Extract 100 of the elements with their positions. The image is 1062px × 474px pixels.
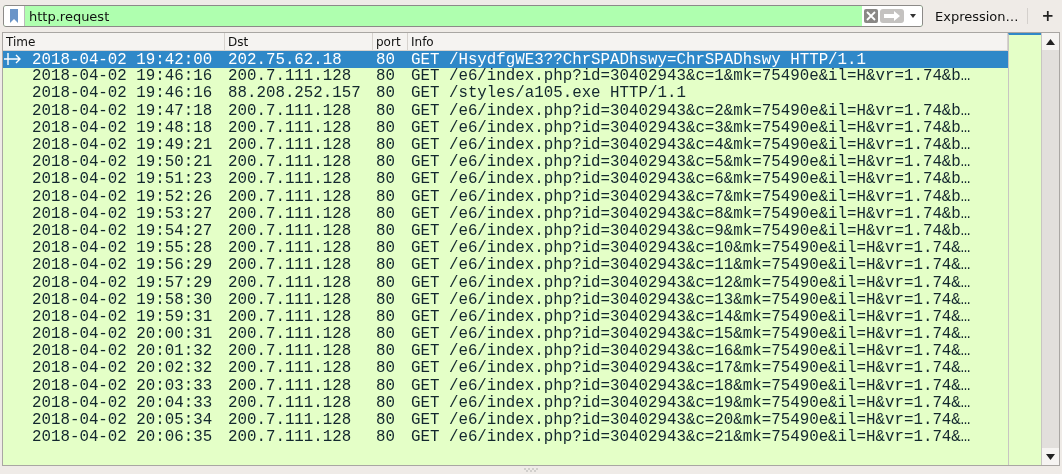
table-cell-text: 202.75.62.18 xyxy=(227,52,343,69)
packet-row[interactable]: 2018-04-02 19:42:00 202.75.62.18 80 GET /HsydfgWE3??ChrSPADhswy=ChrSPADhswy HTTP/1.1 xyxy=(3,51,1008,69)
table-cell-text: 80 xyxy=(375,171,396,189)
bookmark-icon[interactable] xyxy=(10,9,18,23)
table-cell-text: GET /e6/index.php?id=30402943&c=3&mk=75490e&il=H&vr=1.74&b… xyxy=(410,119,972,137)
table-cell-text: 200.7.111.128 xyxy=(227,205,353,223)
filter-input[interactable]: http.request xyxy=(25,6,862,26)
table-cell-text: 80 xyxy=(375,257,396,275)
packet-row[interactable]: 2018-04-02 19:59:31 200.7.111.128 80 GET /e6/index.php?id=30402943&c=14&mk=75490e&il=H&vr=1.74&… xyxy=(3,308,1008,326)
packet-row[interactable]: 2018-04-02 20:06:35 200.7.111.128 80 GET /e6/index.php?id=30402943&c=21&mk=75490e&il=H&vr=1.74&… xyxy=(3,429,1008,447)
table-cell-text: GET /e6/index.php?id=30402943&c=8&mk=75490e&il=H&vr=1.74&b… xyxy=(410,205,972,223)
scrollbar[interactable] xyxy=(1041,33,1059,465)
table-cell-text: 80 xyxy=(375,119,396,137)
packet-row[interactable]: 2018-04-02 19:55:28 200.7.111.128 80 GET /e6/index.php?id=30402943&c=10&mk=75490e&il=H&vr=1.74&… xyxy=(3,240,1008,258)
table-cell-text: 2018-04-02 19:47:18 xyxy=(31,102,214,120)
table-cell-text: 2018-04-02 19:57:29 xyxy=(31,274,214,292)
table-cell-text: 2018-04-02 20:01:32 xyxy=(31,343,214,361)
packet-row[interactable]: 2018-04-02 19:53:27 200.7.111.128 80 GET /e6/index.php?id=30402943&c=8&mk=75490e&il=H&vr=1.74&b… xyxy=(3,205,1008,223)
packet-row[interactable]: 2018-04-02 19:56:29 200.7.111.128 80 GET /e6/index.php?id=30402943&c=11&mk=75490e&il=H&vr=1.74&… xyxy=(3,257,1008,275)
table-cell-text: 2018-04-02 19:54:27 xyxy=(31,222,214,240)
column-header[interactable]: port xyxy=(373,33,408,50)
table-cell-text: GET /e6/index.php?id=30402943&c=16&mk=75490e&il=H&vr=1.74&… xyxy=(410,343,972,361)
table-cell-text: GET /e6/index.php?id=30402943&c=4&mk=75490e&il=H&vr=1.74&b… xyxy=(410,137,972,155)
table-cell-text: GET /e6/index.php?id=30402943&c=15&mk=75490e&il=H&vr=1.74&… xyxy=(410,326,972,344)
table-cell-text: 200.7.111.128 xyxy=(227,291,353,309)
table-cell-text: 80 xyxy=(375,429,396,447)
table-cell-text: 80 xyxy=(375,52,396,69)
packet-row[interactable]: 2018-04-02 19:54:27 200.7.111.128 80 GET /e6/index.php?id=30402943&c=9&mk=75490e&il=H&vr=1.74&b… xyxy=(3,222,1008,241)
packet-row[interactable]: 2018-04-02 20:01:32 200.7.111.128 80 GET /e6/index.php?id=30402943&c=16&mk=75490e&il=H&vr=1.74&… xyxy=(3,343,1008,361)
column-header[interactable]: Time xyxy=(3,33,225,50)
packet-row[interactable]: 2018-04-02 20:03:33 200.7.111.128 80 GET /e6/index.php?id=30402943&c=18&mk=75490e&il=H&vr=1.74&… xyxy=(3,377,1008,395)
table-cell-text: GET /e6/index.php?id=30402943&c=17&mk=75490e&il=H&vr=1.74&… xyxy=(410,360,972,378)
table-cell-text: 2018-04-02 20:05:34 xyxy=(31,412,214,430)
table-cell-text: 200.7.111.128 xyxy=(227,222,353,240)
table-cell-text: GET /e6/index.php?id=30402943&c=1&mk=75490e&il=H&vr=1.74&b… xyxy=(410,68,972,86)
table-cell-text: 80 xyxy=(375,240,396,258)
table-cell-text: GET /e6/index.php?id=30402943&c=20&mk=75490e&il=H&vr=1.74&… xyxy=(410,412,972,430)
table-cell-text: GET /e6/index.php?id=30402943&c=6&mk=75490e&il=H&vr=1.74&b… xyxy=(410,171,972,189)
table-cell-text: 2018-04-02 20:04:33 xyxy=(31,394,214,412)
table-cell-text: 80 xyxy=(375,291,396,309)
table-cell-text: 200.7.111.128 xyxy=(227,394,353,412)
packet-row[interactable]: 2018-04-02 19:46:16 200.7.111.128 80 GET /e6/index.php?id=30402943&c=1&mk=75490e&il=H&vr=1.74&b… xyxy=(3,68,1008,86)
table-cell-text: 200.7.111.128 xyxy=(227,137,353,155)
table-cell-text: GET /e6/index.php?id=30402943&c=2&mk=75490e&il=H&vr=1.74&b… xyxy=(410,102,972,120)
add-button[interactable]: + xyxy=(1037,7,1059,25)
column-header[interactable]: Dst xyxy=(225,33,373,50)
packet-row[interactable]: 2018-04-02 19:51:23 200.7.111.128 80 GET /e6/index.php?id=30402943&c=6&mk=75490e&il=H&vr=1.74&b… xyxy=(3,171,1008,189)
table-cell-text: 2018-04-02 19:59:31 xyxy=(31,308,214,326)
table-cell-text: 80 xyxy=(375,308,396,326)
table-cell-text: GET /e6/index.php?id=30402943&c=5&mk=75490e&il=H&vr=1.74&b… xyxy=(410,154,972,172)
table-cell-text: GET /e6/index.php?id=30402943&c=11&mk=75490e&il=H&vr=1.74&… xyxy=(410,257,972,275)
packet-row[interactable]: 2018-04-02 20:00:31 200.7.111.128 80 GET /e6/index.php?id=30402943&c=15&mk=75490e&il=H&vr=1.74&… xyxy=(3,326,1008,344)
scroll-up-icon[interactable] xyxy=(1046,38,1055,45)
table-cell-text: 80 xyxy=(375,188,396,206)
table-cell-text: GET /e6/index.php?id=30402943&c=19&mk=75490e&il=H&vr=1.74&… xyxy=(410,394,972,412)
packet-row[interactable]: 2018-04-02 19:47:18 200.7.111.128 80 GET /e6/index.php?id=30402943&c=2&mk=75490e&il=H&vr=1.74&b… xyxy=(3,102,1008,120)
table-cell-text: 2018-04-02 19:42:00 xyxy=(31,52,214,69)
table-cell-text: 200.7.111.128 xyxy=(227,119,353,137)
table-cell-text: 2018-04-02 20:00:31 xyxy=(31,326,214,344)
table-cell-text: 2018-04-02 20:06:35 xyxy=(31,429,214,447)
packet-row[interactable]: 2018-04-02 19:57:29 200.7.111.128 80 GET /e6/index.php?id=30402943&c=12&mk=75490e&il=H&vr=1.74&… xyxy=(3,274,1008,292)
table-cell-text: 200.7.111.128 xyxy=(227,171,353,189)
scroll-down-icon[interactable] xyxy=(1046,453,1055,460)
packet-row[interactable]: 2018-04-02 19:58:30 200.7.111.128 80 GET /e6/index.php?id=30402943&c=13&mk=75490e&il=H&vr=1.74&… xyxy=(3,291,1008,309)
table-cell-text: 200.7.111.128 xyxy=(227,188,353,206)
packet-minimap[interactable] xyxy=(1008,33,1041,465)
table-cell-text: 80 xyxy=(375,222,396,240)
table-cell-text: 200.7.111.128 xyxy=(227,412,353,430)
table-cell-text: 200.7.111.128 xyxy=(227,429,353,447)
display-filter-field[interactable]: http.request xyxy=(3,5,923,27)
table-cell-text: GET /e6/index.php?id=30402943&c=12&mk=75490e&il=H&vr=1.74&… xyxy=(410,274,972,292)
packet-row[interactable]: 2018-04-02 19:49:21 200.7.111.128 80 GET /e6/index.php?id=30402943&c=4&mk=75490e&il=H&vr=1.74&b… xyxy=(3,136,1008,155)
table-cell-text: GET /e6/index.php?id=30402943&c=14&mk=75490e&il=H&vr=1.74&… xyxy=(410,308,972,326)
table-cell-text: 2018-04-02 20:02:32 xyxy=(31,360,214,378)
table-cell-text: 2018-04-02 19:46:16 xyxy=(31,68,214,86)
table-cell-text: 80 xyxy=(375,343,396,361)
packet-row[interactable]: 2018-04-02 19:50:21 200.7.111.128 80 GET /e6/index.php?id=30402943&c=5&mk=75490e&il=H&vr=1.74&b… xyxy=(3,154,1008,172)
packet-row[interactable]: 2018-04-02 19:52:26 200.7.111.128 80 GET /e6/index.php?id=30402943&c=7&mk=75490e&il=H&vr=1.74&b… xyxy=(3,188,1008,206)
table-cell-text: 80 xyxy=(375,102,396,120)
table-cell-text: 80 xyxy=(375,68,396,86)
table-cell-text: 200.7.111.128 xyxy=(227,377,353,395)
table-cell-text: 2018-04-02 20:03:33 xyxy=(31,377,214,395)
packet-row[interactable]: 2018-04-02 20:04:33 200.7.111.128 80 GET /e6/index.php?id=30402943&c=19&mk=75490e&il=H&vr=1.74&… xyxy=(3,394,1008,412)
packet-row[interactable]: 2018-04-02 19:48:18 200.7.111.128 80 GET /e6/index.php?id=30402943&c=3&mk=75490e&il=H&vr=1.74&b… xyxy=(3,119,1008,137)
table-cell-text: GET /e6/index.php?id=30402943&c=18&mk=75490e&il=H&vr=1.74&… xyxy=(410,377,972,395)
table-cell-text: 80 xyxy=(375,205,396,223)
table-cell-text: 80 xyxy=(375,412,396,430)
table-cell-text: 2018-04-02 19:52:26 xyxy=(31,188,214,206)
table-cell-text: 200.7.111.128 xyxy=(227,102,353,120)
table-cell-text: 200.7.111.128 xyxy=(227,308,353,326)
table-cell-text: 2018-04-02 19:50:21 xyxy=(31,154,214,172)
clear-icon[interactable] xyxy=(864,9,878,23)
expression-button[interactable]: Expression… xyxy=(931,8,1023,24)
packet-row[interactable]: 2018-04-02 20:02:32 200.7.111.128 80 GET /e6/index.php?id=30402943&c=17&mk=75490e&il=H&vr=1.74&… xyxy=(3,360,1008,378)
packet-row[interactable]: 2018-04-02 19:46:16 88.208.252.157 80 GET /styles/a105.exe HTTP/1.1 xyxy=(3,85,1008,103)
table-cell-text: GET /e6/index.php?id=30402943&c=9&mk=75490e&il=H&vr=1.74&b… xyxy=(410,222,972,240)
packet-row[interactable]: 2018-04-02 20:05:34 200.7.111.128 80 GET /e6/index.php?id=30402943&c=20&mk=75490e&il=H&vr=1.74&… xyxy=(3,411,1008,430)
table-cell-text: GET /e6/index.php?id=30402943&c=10&mk=75490e&il=H&vr=1.74&… xyxy=(410,240,972,258)
table-cell-text: 80 xyxy=(375,394,396,412)
table-cell-text: 2018-04-02 19:46:16 xyxy=(31,85,214,103)
